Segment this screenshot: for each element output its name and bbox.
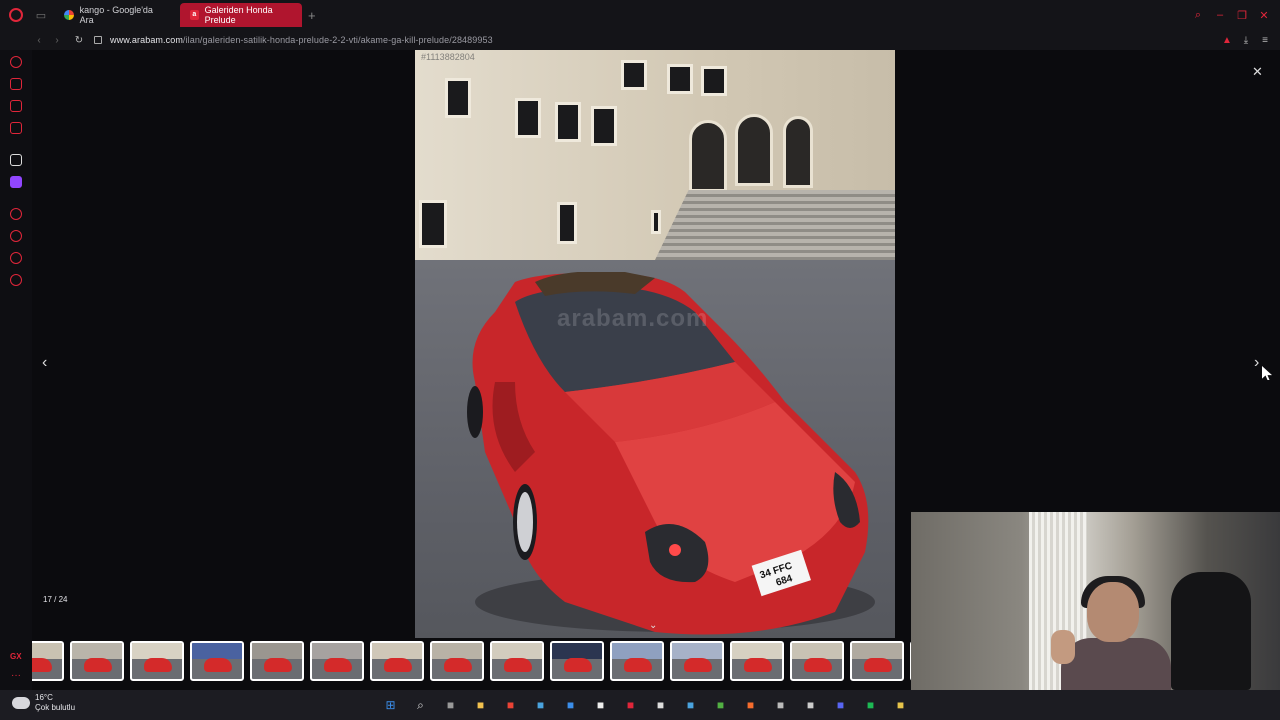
opera-logo-icon[interactable] xyxy=(0,0,32,30)
arabam-favicon-icon: a xyxy=(190,10,199,20)
taskbar-icons: ⊞ ⌕ ■ ■ ■ ■ ■ ■ ■ ■ ■ ■ ■ ■ ■ ■ ■ ■ xyxy=(380,695,911,715)
tab-switcher-icon[interactable]: ▭ xyxy=(32,0,50,30)
gallery-thumbnail[interactable] xyxy=(250,641,304,681)
gallery-thumbnail[interactable] xyxy=(430,641,484,681)
photo-id: #1113882804 xyxy=(421,52,475,62)
listing-photo[interactable]: 34 FFC 684 arabam.com #1113882804 ⌄ xyxy=(415,50,895,638)
chrome-icon[interactable]: ■ xyxy=(500,695,521,715)
gallery-thumbnail[interactable] xyxy=(850,641,904,681)
gallery-thumbnail[interactable] xyxy=(490,641,544,681)
maximize-icon[interactable]: ❐ xyxy=(1236,9,1248,22)
player-icon[interactable] xyxy=(10,154,22,166)
gx-logo-icon[interactable]: GX xyxy=(10,652,22,661)
url-domain: www.arabam.com xyxy=(110,35,183,45)
history-icon[interactable] xyxy=(10,230,22,242)
opera-gx-icon[interactable]: ■ xyxy=(620,695,641,715)
notepad-icon[interactable]: ■ xyxy=(800,695,821,715)
search-tabs-icon[interactable]: ⌕ xyxy=(1192,9,1204,22)
store-icon[interactable]: ■ xyxy=(560,695,581,715)
gallery-thumbnail[interactable] xyxy=(190,641,244,681)
epic-games-icon[interactable]: ■ xyxy=(650,695,671,715)
gallery-thumbnail[interactable] xyxy=(670,641,724,681)
url-field[interactable]: www.arabam.com/ilan/galeriden-satilik-ho… xyxy=(110,35,493,45)
gallery-thumbnail[interactable] xyxy=(730,641,784,681)
tab-label: kango - Google'da Ara xyxy=(79,5,153,25)
weather-temperature: 16°C xyxy=(35,693,53,702)
tab-label: Galeriden Honda Prelude xyxy=(204,5,273,25)
task-view-icon[interactable]: ■ xyxy=(440,695,461,715)
reload-icon[interactable]: ↻ xyxy=(70,35,88,46)
discord-icon[interactable]: ■ xyxy=(830,695,851,715)
player-play-icon[interactable] xyxy=(10,208,22,220)
forward-icon[interactable]: › xyxy=(48,35,66,46)
easy-setup-icon[interactable]: ≡ xyxy=(1260,35,1270,46)
new-tab-plus-icon[interactable]: + xyxy=(308,8,316,23)
gx-control-icon[interactable] xyxy=(10,56,22,68)
steam-icon[interactable]: ■ xyxy=(680,695,701,715)
previous-image-chevron-icon[interactable]: ‹ xyxy=(42,354,47,372)
photos-icon[interactable]: ■ xyxy=(530,695,551,715)
opera-gx-sidebar: GX ··· xyxy=(0,50,32,690)
minimize-icon[interactable]: – xyxy=(1214,9,1226,21)
watermark: arabam.com xyxy=(557,305,709,332)
address-bar: ‹ › ↻ www.arabam.com/ilan/galeriden-sati… xyxy=(0,30,1280,50)
extensions-icon[interactable] xyxy=(10,252,22,264)
file-explorer-icon[interactable]: ■ xyxy=(470,695,491,715)
thumbnail-strip xyxy=(32,640,912,682)
tab-arabam-listing[interactable]: a Galeriden Honda Prelude xyxy=(180,3,302,27)
streamer xyxy=(1087,582,1139,642)
weather-condition: Çok bulutlu xyxy=(35,703,76,712)
close-window-icon[interactable]: ✕ xyxy=(1258,9,1270,22)
gallery-thumbnail[interactable] xyxy=(70,641,124,681)
lock-icon xyxy=(94,36,102,44)
steam-client-icon[interactable]: ■ xyxy=(590,695,611,715)
xbox-icon[interactable]: ■ xyxy=(710,695,731,715)
gaming-chair xyxy=(1171,572,1251,690)
webcam-overlay xyxy=(911,512,1280,690)
google-favicon-icon xyxy=(64,10,74,20)
gallery-thumbnail[interactable] xyxy=(550,641,604,681)
chevron-down-icon[interactable]: ⌄ xyxy=(649,620,657,631)
messenger-icon[interactable] xyxy=(10,122,22,134)
settings-gear-icon[interactable] xyxy=(10,274,22,286)
gallery-thumbnail[interactable] xyxy=(370,641,424,681)
gallery-thumbnail[interactable] xyxy=(790,641,844,681)
gallery-thumbnail[interactable] xyxy=(310,641,364,681)
back-icon[interactable]: ‹ xyxy=(30,35,48,46)
gallery-thumbnail[interactable] xyxy=(610,641,664,681)
more-dots-icon[interactable]: ··· xyxy=(11,670,21,681)
window-controls: ⌕ – ❐ ✕ xyxy=(1192,0,1270,30)
weather-widget[interactable]: 16°C Çok bulutlu xyxy=(12,693,75,713)
files-icon[interactable]: ■ xyxy=(890,695,911,715)
building-facade xyxy=(415,50,895,260)
origin-icon[interactable]: ■ xyxy=(740,695,761,715)
url-path: /ilan/galeriden-satilik-honda-prelude-2-… xyxy=(182,35,493,45)
cloud-icon xyxy=(12,697,30,709)
gx-cleaner-icon[interactable] xyxy=(10,100,22,112)
gx-corner-icon[interactable] xyxy=(10,78,22,90)
gallery-thumbnail[interactable] xyxy=(32,641,64,681)
gallery-thumbnail[interactable] xyxy=(130,641,184,681)
mouse-cursor-icon xyxy=(1262,366,1272,380)
search-icon[interactable]: ⌕ xyxy=(410,695,431,715)
windows-taskbar: 16°C Çok bulutlu ⊞ ⌕ ■ ■ ■ ■ ■ ■ ■ ■ ■ ■ ■ ■ ■ ■ ■ ■ xyxy=(0,690,1280,720)
vpn-icon[interactable]: ▲ xyxy=(1222,35,1232,46)
image-counter: 17 / 24 xyxy=(43,595,68,604)
tab-google-search[interactable]: kango - Google'da Ara xyxy=(54,3,176,27)
download-icon[interactable]: ⤓ xyxy=(1241,35,1251,46)
windows-start-icon[interactable]: ⊞ xyxy=(380,695,401,715)
browser-tab-bar: ▭ kango - Google'da Ara a Galeriden Hond… xyxy=(0,0,1280,30)
spotify-icon[interactable]: ■ xyxy=(860,695,881,715)
next-image-chevron-icon[interactable]: › xyxy=(1254,354,1259,372)
close-gallery-icon[interactable]: ✕ xyxy=(1252,64,1263,80)
obs-icon[interactable]: ■ xyxy=(770,695,791,715)
twitch-icon[interactable] xyxy=(10,176,22,188)
